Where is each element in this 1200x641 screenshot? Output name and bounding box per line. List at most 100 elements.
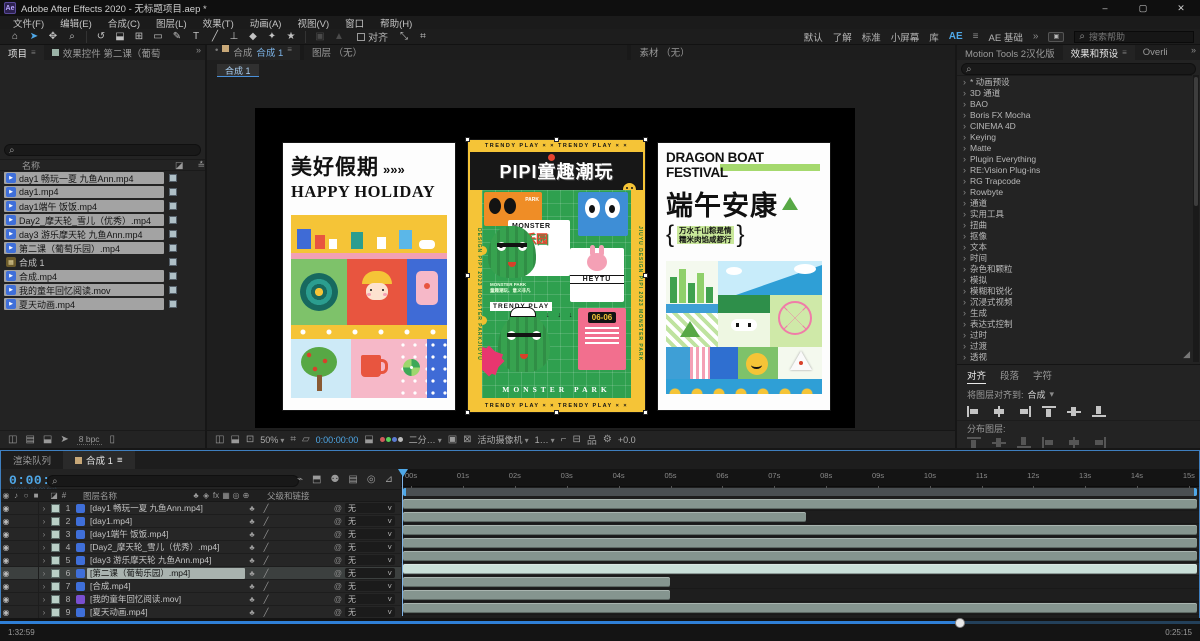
effect-category-row[interactable]: 杂色和颗粒 (957, 263, 1192, 274)
quality-switch[interactable]: ♣ (245, 582, 259, 591)
project-item-row[interactable]: 我的童年回忆阅读.mov (0, 283, 205, 297)
align-right-button[interactable] (1017, 406, 1031, 417)
fx-switch[interactable]: ╱ (259, 517, 273, 526)
switch-column-icon[interactable]: ◈ (201, 491, 211, 500)
snap-icon[interactable]: ⌗ (414, 30, 432, 44)
fx-switch[interactable]: ╱ (259, 556, 273, 565)
layer-row[interactable]: › 3 [day1端午 饭饭.mp4] ♣ ╱ @ 无 ˅ (1, 528, 401, 541)
project-item-row[interactable]: 夏天动画.mp4 (0, 297, 205, 311)
label-color-chip[interactable] (51, 543, 60, 552)
layer-row[interactable]: › 4 [Day2_摩天轮_雪儿（优秀）.mp4] ♣ ╱ @ 无 ˅ (1, 541, 401, 554)
eye-icon[interactable] (1, 503, 11, 513)
label-column-icon[interactable] (175, 160, 184, 171)
effect-category-row[interactable]: Matte (957, 142, 1192, 153)
layer-duration-bar[interactable] (403, 499, 1197, 509)
snapshot-icon[interactable]: ⬓ (364, 434, 373, 445)
reset-exposure-icon[interactable]: ⚙ (603, 434, 612, 445)
camera-select[interactable]: 活动摄像机 (478, 433, 529, 446)
twirl-icon[interactable] (963, 297, 966, 307)
motion-blur-icon[interactable]: ◎ (367, 474, 376, 485)
twirl-icon[interactable] (963, 352, 966, 362)
layer-duration-bar[interactable] (403, 590, 670, 600)
selection-handle[interactable] (465, 273, 470, 278)
effect-category-row[interactable]: 表达式控制 (957, 318, 1192, 329)
timeline-search-input[interactable] (61, 476, 271, 486)
layer-name[interactable]: [第二课（葡萄乐园）.mp4] (87, 568, 245, 579)
quality-switch[interactable]: ♣ (245, 608, 259, 617)
roto-brush-tool-icon[interactable]: ✦ (263, 30, 281, 44)
interpret-footage-icon[interactable]: ◫ (8, 434, 17, 445)
eye-icon[interactable] (1, 529, 11, 539)
layer-duration-bar[interactable] (403, 525, 1197, 535)
layer-row[interactable]: › 7 [合成.mp4] ♣ ╱ @ 无 ˅ (1, 580, 401, 593)
panel-menu-icon[interactable]: ≡ (1122, 48, 1127, 57)
view-layout-select[interactable]: 1… (535, 435, 555, 445)
layer-row[interactable]: › 8 [我的童年回忆阅读.mov] ♣ ╱ @ 无 ˅ (1, 593, 401, 606)
project-item-row[interactable]: day1端午 饭饭.mp4 (0, 199, 205, 213)
panel-menu-icon[interactable]: ≡ (117, 455, 123, 466)
label-color-chip[interactable] (169, 230, 177, 238)
parent-select[interactable]: 无 ˅ (345, 503, 395, 513)
selection-handle[interactable] (554, 137, 559, 142)
label-color-chip[interactable] (169, 244, 177, 252)
menu-item[interactable]: 文件(F) (6, 16, 51, 30)
label-color-chip[interactable] (51, 595, 60, 604)
help-search-input[interactable] (1089, 32, 1189, 42)
twirl-icon[interactable] (963, 220, 966, 230)
twirl-icon[interactable]: › (39, 608, 49, 617)
effect-category-row[interactable]: * 动画预设 (957, 76, 1192, 87)
tab-paragraph[interactable]: 段落 (1000, 368, 1019, 384)
exposure-value[interactable]: +0.0 (618, 435, 636, 445)
preview-icon[interactable]: ◫ (215, 434, 224, 445)
tab-overflow-icon[interactable]: » (1187, 45, 1200, 60)
workspace-menu-icon[interactable]: ≡ (973, 31, 979, 42)
3d-column-icon[interactable]: ⊕ (241, 491, 251, 500)
label-color-chip[interactable] (51, 569, 60, 578)
align-bottom-button[interactable] (1092, 406, 1106, 417)
twirl-icon[interactable] (963, 99, 966, 109)
twirl-icon[interactable]: › (39, 517, 49, 526)
menu-item[interactable]: 图层(L) (149, 16, 194, 30)
audio-solo-lock-cells[interactable] (11, 606, 39, 618)
project-item-row[interactable]: 合成 1 (0, 255, 205, 269)
effect-category-row[interactable]: 抠像 (957, 230, 1192, 241)
effect-category-row[interactable]: 3D 通道 (957, 87, 1192, 98)
quality-switch[interactable]: ♣ (245, 556, 259, 565)
twirl-icon[interactable] (963, 143, 966, 153)
twirl-icon[interactable] (963, 319, 966, 329)
rotation-tool-icon[interactable]: ↺ (92, 30, 110, 44)
eye-column-icon[interactable]: ◉ (1, 491, 11, 500)
tab-character[interactable]: 字符 (1033, 368, 1052, 384)
eye-icon[interactable] (1, 542, 11, 552)
tab-effects-presets[interactable]: 效果和预设≡ (1063, 45, 1135, 60)
magnification-icon[interactable]: ⊡ (246, 434, 254, 445)
layer-name[interactable]: [我的童年回忆阅读.mov] (87, 594, 245, 605)
twirl-icon[interactable] (963, 286, 966, 296)
effect-category-row[interactable]: 过渡 (957, 340, 1192, 351)
label-color-chip[interactable] (169, 216, 177, 224)
comp-mini-tab[interactable]: 合成 1 (217, 64, 259, 77)
tab-composition[interactable]: • 合成 合成 1 ≡ (207, 45, 300, 60)
eye-icon[interactable] (1, 555, 11, 565)
lock-column-icon[interactable]: ■ (31, 491, 41, 500)
effects-search-input[interactable] (975, 64, 1155, 74)
twirl-icon[interactable] (963, 330, 966, 340)
poster-happy-holiday[interactable]: 美好假期 »»» HAPPY HOLIDAY (283, 143, 455, 410)
distribute-top-button[interactable] (967, 437, 981, 448)
chevron-down-icon[interactable]: ▾ (1050, 389, 1055, 400)
note-column-icon[interactable] (197, 160, 205, 171)
pickwhip-icon[interactable]: @ (334, 595, 342, 604)
new-folder-icon[interactable]: ▤ (25, 434, 34, 445)
fast-previews-icon[interactable]: ▣ (448, 434, 457, 445)
expand-icon[interactable]: ⤡ (395, 30, 413, 44)
twirl-icon[interactable] (963, 209, 966, 219)
help-search[interactable] (1074, 31, 1194, 43)
pan-behind-tool-icon[interactable]: ⊞ (130, 30, 148, 44)
current-time[interactable]: 0:00:00:00 (316, 435, 359, 445)
parent-select[interactable]: 无 ˅ (345, 529, 395, 539)
menu-item[interactable]: 视图(V) (290, 16, 336, 30)
selection-handle[interactable] (643, 273, 648, 278)
twirl-icon[interactable] (963, 165, 966, 175)
hide-shy-layers-icon[interactable]: ⚉ (330, 474, 339, 485)
quality-switch[interactable]: ♣ (245, 543, 259, 552)
